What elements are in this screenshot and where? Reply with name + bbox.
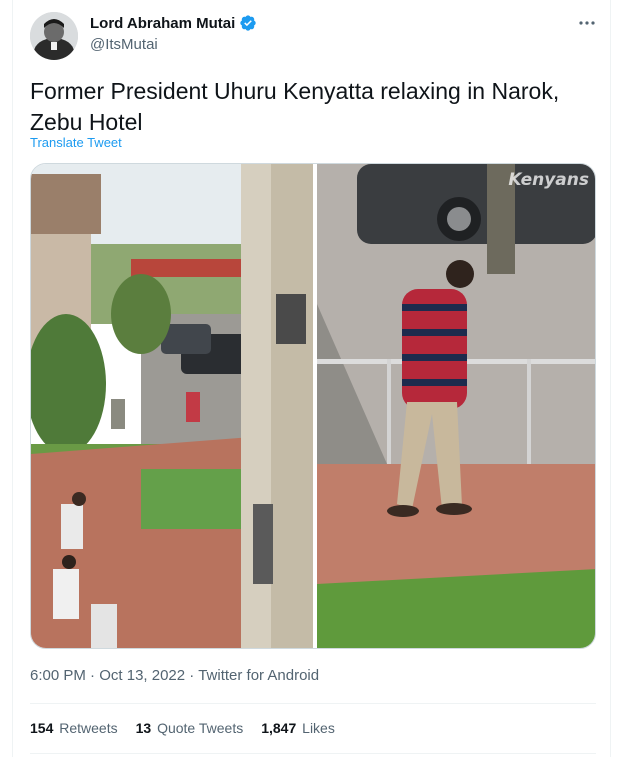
likes-label: Likes [302, 720, 335, 736]
tweet-source[interactable]: Twitter for Android [198, 667, 319, 684]
translate-tweet-link[interactable]: Translate Tweet [30, 135, 122, 150]
divider-bottom [30, 753, 596, 754]
author-handle[interactable]: @ItsMutai [90, 36, 158, 53]
meta-separator: · [189, 667, 195, 684]
retweets-count: 154 [30, 720, 54, 736]
quote-tweets-stat[interactable]: 13 Quote Tweets [136, 720, 244, 736]
meta-separator: · [90, 667, 96, 684]
tweet-media[interactable]: Kenyans [30, 163, 596, 649]
quote-tweets-count: 13 [135, 720, 152, 736]
likes-count: 1,847 [261, 720, 297, 736]
avatar-photo [30, 12, 78, 60]
man-walking-photo [317, 164, 595, 648]
more-options-button[interactable] [574, 12, 600, 34]
retweets-stat[interactable]: 154 Retweets [30, 720, 118, 736]
verified-badge-icon [240, 15, 256, 31]
tweet-stats: 154 Retweets 13 Quote Tweets 1,847 Likes [30, 720, 335, 736]
more-options-icon [579, 21, 595, 25]
author-display-name[interactable]: Lord Abraham Mutai [90, 15, 235, 32]
tweet-date[interactable]: Oct 13, 2022 [99, 667, 185, 684]
tweet-time[interactable]: 6:00 PM [30, 667, 86, 684]
author-name-row[interactable]: Lord Abraham Mutai [90, 14, 257, 32]
media-photo-right[interactable]: Kenyans [317, 164, 595, 648]
retweets-label: Retweets [59, 720, 118, 736]
quote-tweets-label: Quote Tweets [157, 720, 244, 736]
author-avatar[interactable] [30, 12, 78, 60]
likes-stat[interactable]: 1,847 Likes [261, 720, 335, 736]
divider-top [30, 703, 596, 704]
tweet-text: Former President Uhuru Kenyatta relaxing… [30, 78, 560, 135]
media-watermark: Kenyans [508, 170, 589, 190]
media-photo-left[interactable] [31, 164, 313, 648]
tweet-meta: 6:00 PM · Oct 13, 2022 · Twitter for And… [30, 667, 319, 684]
hotel-walkway-photo [31, 164, 313, 648]
